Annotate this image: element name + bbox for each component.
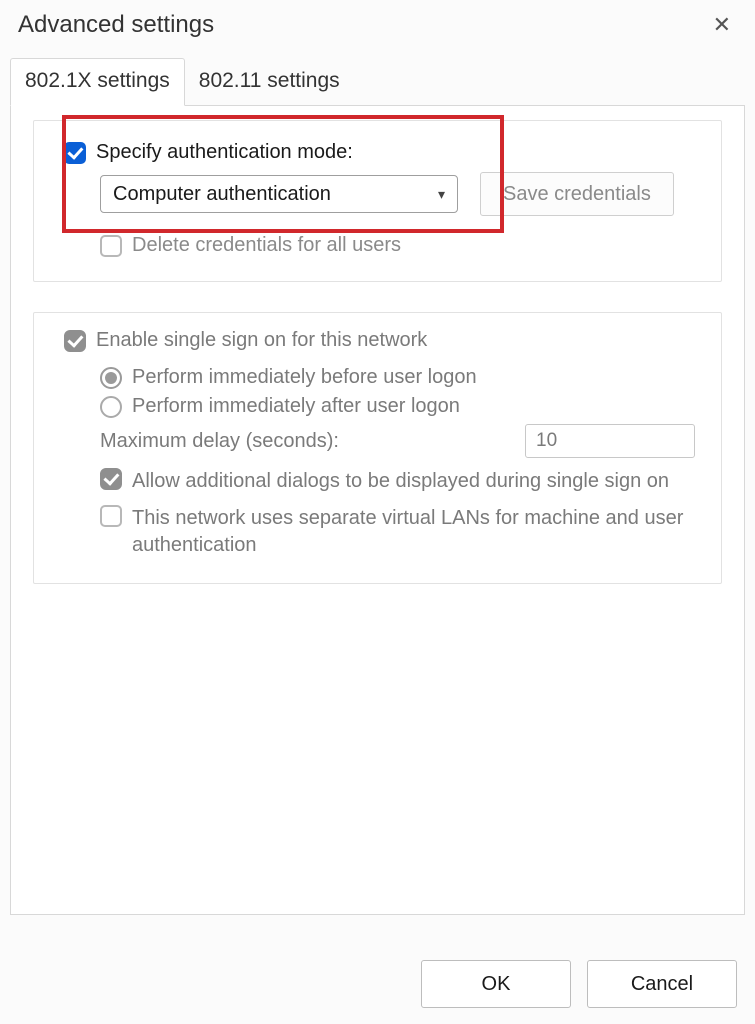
max-delay-label: Maximum delay (seconds): <box>100 430 339 453</box>
max-delay-spinner[interactable]: ▲ ▼ <box>525 424 695 458</box>
specify-auth-mode-checkbox[interactable] <box>64 142 86 164</box>
delete-credentials-checkbox[interactable] <box>100 235 122 257</box>
radio-after-logon-label: Perform immediately after user logon <box>132 395 460 418</box>
radio-before-logon[interactable] <box>100 367 122 389</box>
auth-mode-select[interactable]: Computer authentication ▾ <box>100 175 458 213</box>
window-title: Advanced settings <box>18 11 214 39</box>
tab-panel-8021x: Specify authentication mode: Computer au… <box>10 105 745 915</box>
enable-sso-label: Enable single sign on for this network <box>96 329 427 352</box>
chevron-down-icon: ▾ <box>438 186 445 203</box>
radio-after-logon[interactable] <box>100 396 122 418</box>
save-credentials-button[interactable]: Save credentials <box>480 172 674 216</box>
separate-vlan-checkbox[interactable] <box>100 505 122 527</box>
allow-additional-dialogs-label: Allow additional dialogs to be displayed… <box>132 468 701 495</box>
sso-group: Enable single sign on for this network P… <box>33 312 722 584</box>
dialog-footer: OK Cancel <box>403 944 755 1024</box>
max-delay-input[interactable] <box>526 425 695 457</box>
enable-sso-checkbox[interactable] <box>64 330 86 352</box>
auth-mode-selected-value: Computer authentication <box>113 183 331 206</box>
delete-credentials-label: Delete credentials for all users <box>132 234 401 257</box>
separate-vlan-label: This network uses separate virtual LANs … <box>132 505 701 559</box>
radio-before-logon-label: Perform immediately before user logon <box>132 366 477 389</box>
tab-8021x-settings[interactable]: 802.1X settings <box>10 58 185 106</box>
ok-button[interactable]: OK <box>421 960 571 1008</box>
tab-80211-settings[interactable]: 802.11 settings <box>185 59 354 105</box>
cancel-button[interactable]: Cancel <box>587 960 737 1008</box>
close-icon[interactable]: ✕ <box>707 10 737 40</box>
auth-mode-group: Specify authentication mode: Computer au… <box>33 120 722 282</box>
specify-auth-mode-label: Specify authentication mode: <box>96 141 353 164</box>
allow-additional-dialogs-checkbox[interactable] <box>100 468 122 490</box>
tab-strip: 802.1X settings 802.11 settings <box>0 58 755 105</box>
